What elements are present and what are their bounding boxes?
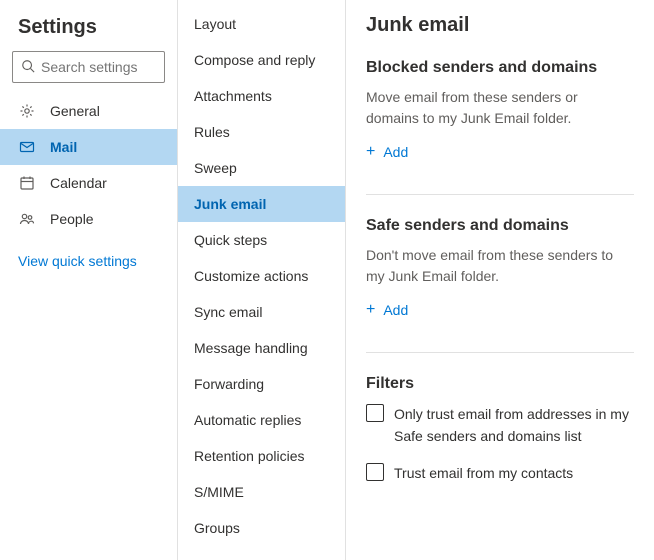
subnav-sweep[interactable]: Sweep bbox=[178, 150, 345, 186]
main-content: Junk email Blocked senders and domains M… bbox=[346, 0, 654, 560]
plus-icon: + bbox=[366, 302, 375, 318]
subnav-retention-policies[interactable]: Retention policies bbox=[178, 438, 345, 474]
section-safe-senders: Safe senders and domains Don't move emai… bbox=[366, 217, 634, 353]
calendar-icon bbox=[18, 175, 36, 191]
subnav-groups[interactable]: Groups bbox=[178, 510, 345, 546]
checkbox-only-trust-safe[interactable]: Only trust email from addresses in my Sa… bbox=[366, 403, 634, 448]
search-input-wrapper[interactable] bbox=[12, 51, 165, 83]
add-blocked-label: Add bbox=[383, 144, 408, 160]
checkbox-trust-contacts[interactable]: Trust email from my contacts bbox=[366, 462, 634, 484]
sidebar-item-mail[interactable]: Mail bbox=[0, 129, 177, 165]
safe-senders-title: Safe senders and domains bbox=[366, 217, 634, 235]
subnav-attachments[interactable]: Attachments bbox=[178, 78, 345, 114]
subnav-layout[interactable]: Layout bbox=[178, 6, 345, 42]
blocked-senders-title: Blocked senders and domains bbox=[366, 59, 634, 77]
add-safe-button[interactable]: + Add bbox=[366, 302, 408, 318]
subnav-smime[interactable]: S/MIME bbox=[178, 474, 345, 510]
sidebar-item-label: Calendar bbox=[50, 175, 107, 191]
subnav-message-handling[interactable]: Message handling bbox=[178, 330, 345, 366]
add-blocked-button[interactable]: + Add bbox=[366, 144, 408, 160]
checkbox-icon bbox=[366, 404, 384, 422]
sidebar-item-calendar[interactable]: Calendar bbox=[0, 165, 177, 201]
search-input[interactable] bbox=[41, 59, 156, 75]
settings-title: Settings bbox=[0, 10, 177, 51]
mail-subnav: Layout Compose and reply Attachments Rul… bbox=[178, 0, 346, 560]
sidebar-item-label: Mail bbox=[50, 139, 77, 155]
checkbox-label: Trust email from my contacts bbox=[394, 462, 573, 484]
page-title: Junk email bbox=[366, 14, 634, 37]
sidebar-item-people[interactable]: People bbox=[0, 201, 177, 237]
subnav-sync-email[interactable]: Sync email bbox=[178, 294, 345, 330]
checkbox-label: Only trust email from addresses in my Sa… bbox=[394, 403, 634, 448]
subnav-rules[interactable]: Rules bbox=[178, 114, 345, 150]
filters-title: Filters bbox=[366, 375, 634, 393]
subnav-junk-email[interactable]: Junk email bbox=[178, 186, 345, 222]
subnav-compose-reply[interactable]: Compose and reply bbox=[178, 42, 345, 78]
section-filters: Filters Only trust email from addresses … bbox=[366, 375, 634, 532]
search-icon bbox=[21, 59, 41, 76]
settings-sidebar: Settings General bbox=[0, 0, 178, 560]
mail-icon bbox=[18, 139, 36, 155]
sidebar-item-general[interactable]: General bbox=[0, 93, 177, 129]
subnav-automatic-replies[interactable]: Automatic replies bbox=[178, 402, 345, 438]
subnav-quick-steps[interactable]: Quick steps bbox=[178, 222, 345, 258]
subnav-customize-actions[interactable]: Customize actions bbox=[178, 258, 345, 294]
checkbox-icon bbox=[366, 463, 384, 481]
section-blocked-senders: Blocked senders and domains Move email f… bbox=[366, 59, 634, 195]
plus-icon: + bbox=[366, 144, 375, 160]
people-icon bbox=[18, 211, 36, 227]
sidebar-item-label: General bbox=[50, 103, 100, 119]
view-quick-settings-link[interactable]: View quick settings bbox=[0, 237, 177, 285]
safe-senders-desc: Don't move email from these senders to m… bbox=[366, 245, 634, 287]
blocked-senders-desc: Move email from these senders or domains… bbox=[366, 87, 634, 129]
gear-icon bbox=[18, 103, 36, 119]
sidebar-item-label: People bbox=[50, 211, 94, 227]
add-safe-label: Add bbox=[383, 302, 408, 318]
subnav-forwarding[interactable]: Forwarding bbox=[178, 366, 345, 402]
